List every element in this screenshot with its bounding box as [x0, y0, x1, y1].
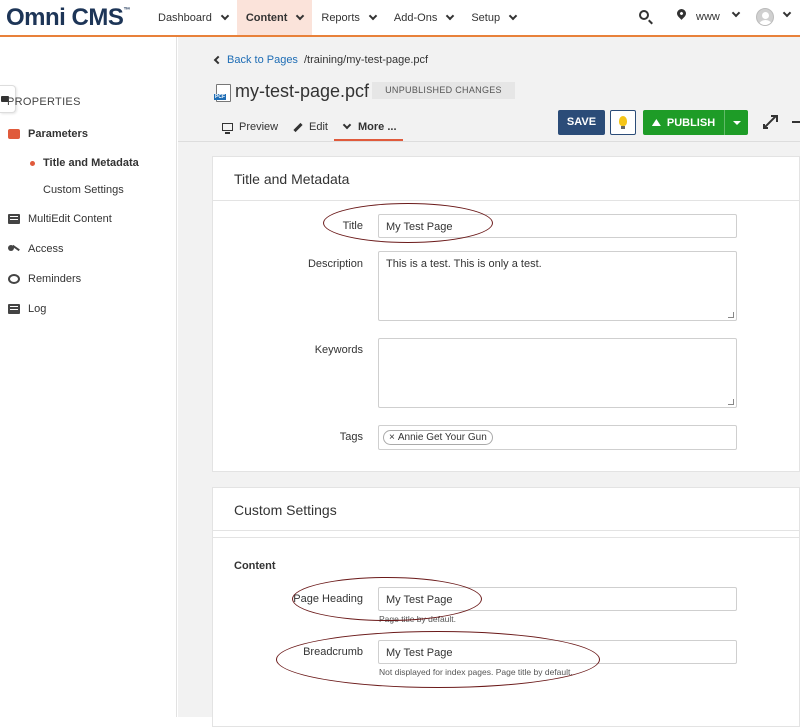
tab-preview[interactable]: Preview: [222, 121, 278, 134]
active-dot: [30, 161, 35, 166]
divider: [213, 537, 800, 538]
chevron-left-icon: [213, 55, 223, 65]
file-path: /training/my-test-page.pcf: [304, 54, 429, 66]
main-nav: Dashboard Content Reports Add-Ons Setup: [149, 0, 525, 35]
top-navbar: Omni CMS™ Dashboard Content Reports Add-…: [0, 0, 800, 37]
keywords-label: Keywords: [314, 344, 363, 356]
tab-more[interactable]: More ...: [342, 120, 397, 133]
tag-chip: × Annie Get Your Gun: [383, 430, 493, 445]
nav-setup[interactable]: Setup: [462, 0, 525, 35]
breadcrumb-help: Not displayed for index pages. Page titl…: [379, 667, 573, 677]
chevron-down-icon: [508, 11, 518, 20]
omni-cms-logo[interactable]: Omni CMS™: [6, 4, 130, 32]
search-icon[interactable]: [639, 10, 649, 20]
properties-sidebar: PROPERTIES Parameters Title and Metadata…: [0, 37, 177, 717]
group-label: Content: [234, 560, 276, 572]
overflow-icon[interactable]: [792, 121, 800, 123]
panel-heading: Custom Settings: [213, 488, 799, 531]
page-heading-label: Page Heading: [293, 593, 363, 605]
sidebar-item-log[interactable]: Log: [8, 303, 46, 315]
title-label: Title: [342, 220, 363, 232]
main-content: Back to Pages /training/my-test-page.pcf…: [178, 37, 800, 727]
resize-handle[interactable]: [728, 312, 734, 318]
tags-label: Tags: [339, 431, 363, 443]
sidebar-subitem-title-metadata[interactable]: Title and Metadata: [43, 157, 139, 169]
nav-reports[interactable]: Reports: [312, 0, 385, 35]
tab-edit[interactable]: Edit: [293, 121, 328, 133]
save-button[interactable]: SAVE: [558, 110, 605, 135]
custom-settings-panel: Custom Settings Content Page Heading My …: [212, 487, 800, 727]
nav-dashboard[interactable]: Dashboard: [149, 0, 237, 35]
list-icon: [8, 304, 20, 314]
nav-add-ons[interactable]: Add-Ons: [385, 0, 462, 35]
pcf-file-icon: PCF: [214, 84, 231, 102]
page-title: my-test-page.pcf: [235, 81, 370, 101]
chevron-down-icon: [368, 11, 378, 20]
broadcast-icon: [651, 119, 661, 126]
alarm-icon: [8, 274, 20, 284]
map-pin-icon: [675, 7, 688, 20]
description-label: Description: [307, 258, 363, 270]
chevron-down-icon: [296, 11, 305, 20]
resize-handle[interactable]: [728, 399, 734, 405]
list-icon: [8, 214, 20, 224]
chevron-down-icon[interactable]: [731, 8, 741, 18]
sidebar-section-title: PROPERTIES: [7, 96, 81, 108]
expand-icon[interactable]: [762, 114, 778, 130]
remove-tag-icon[interactable]: ×: [389, 431, 395, 444]
breadcrumb-label: Breadcrumb: [303, 646, 363, 658]
page-heading-help: Page title by default.: [379, 614, 457, 624]
description-field[interactable]: This is a test. This is only a test.: [378, 251, 737, 321]
lightbulb-icon[interactable]: [610, 110, 636, 135]
nav-content[interactable]: Content: [236, 0, 313, 35]
sidebar-item-parameters[interactable]: Parameters: [8, 128, 88, 140]
publish-button[interactable]: PUBLISH: [643, 110, 748, 135]
breadcrumb-field[interactable]: My Test Page: [378, 640, 737, 664]
status-badge: UNPUBLISHED CHANGES: [372, 82, 515, 99]
title-metadata-panel: Title and Metadata Title My Test Page De…: [212, 156, 800, 472]
back-to-pages-link[interactable]: Back to Pages: [213, 54, 298, 66]
monitor-icon: [222, 123, 233, 134]
title-field[interactable]: My Test Page: [378, 214, 737, 238]
publish-dropdown-toggle[interactable]: [725, 110, 748, 135]
pencil-icon: [293, 122, 303, 132]
user-avatar[interactable]: [756, 8, 774, 26]
keywords-field[interactable]: [378, 338, 737, 408]
sidebar-item-multiedit[interactable]: MultiEdit Content: [8, 213, 112, 225]
key-icon: [8, 244, 20, 254]
briefcase-icon: [8, 129, 20, 139]
page-heading-field[interactable]: My Test Page: [378, 587, 737, 611]
panel-heading: Title and Metadata: [213, 157, 799, 201]
chevron-down-icon: [342, 120, 352, 130]
sidebar-item-reminders[interactable]: Reminders: [8, 273, 81, 285]
chevron-down-icon: [220, 11, 230, 20]
tags-field[interactable]: × Annie Get Your Gun: [378, 425, 737, 450]
sidebar-subitem-custom-settings[interactable]: Custom Settings: [43, 184, 124, 196]
chevron-down-icon[interactable]: [782, 8, 792, 18]
sidebar-item-access[interactable]: Access: [8, 243, 63, 255]
chevron-down-icon: [446, 11, 455, 20]
site-selector[interactable]: www: [696, 11, 720, 23]
divider: [178, 141, 800, 142]
